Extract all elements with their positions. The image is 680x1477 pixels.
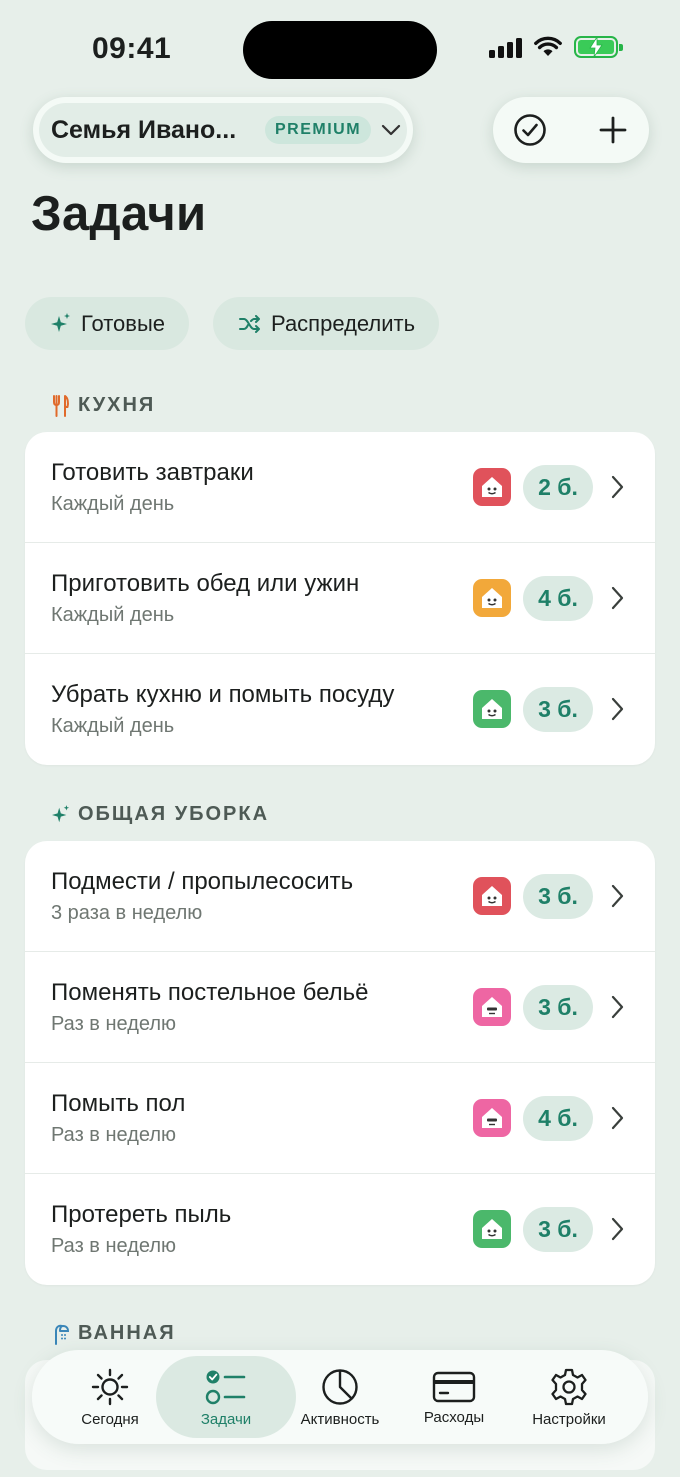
task-title: Поменять постельное бельё <box>51 979 369 1006</box>
chevron-right-icon <box>611 1106 624 1130</box>
task-row[interactable]: Приготовить обед или ужин Каждый день 4 … <box>25 543 655 654</box>
fork-knife-icon <box>53 394 69 417</box>
sun-icon <box>91 1368 129 1405</box>
section-header-bathroom: ВАННАЯ <box>52 1322 176 1345</box>
assignee-avatar <box>473 877 511 915</box>
task-title: Помыть пол <box>51 1090 186 1117</box>
tab-activity[interactable]: Активность <box>290 1350 390 1444</box>
chevron-right-icon <box>611 995 624 1019</box>
chevron-right-icon <box>611 475 624 499</box>
shower-icon <box>55 1324 70 1345</box>
task-title: Протереть пыль <box>51 1201 232 1228</box>
house-avatar-icon <box>482 1108 502 1128</box>
assignee-avatar <box>473 1099 511 1137</box>
task-row[interactable]: Подмести / пропылесосить 3 раза в неделю… <box>25 841 655 952</box>
tab-label: Расходы <box>423 1408 485 1426</box>
tasks-list-icon <box>205 1370 246 1404</box>
task-frequency: Раз в неделю <box>51 1013 177 1035</box>
tab-settings[interactable]: Настройки <box>522 1350 616 1444</box>
section-title: КУХНЯ <box>78 394 156 416</box>
points-badge: 3 б. <box>523 687 593 732</box>
points-badge: 4 б. <box>523 576 593 621</box>
task-list-cleaning: Подмести / пропылесосить 3 раза в неделю… <box>25 841 655 1285</box>
house-avatar-icon <box>482 699 502 719</box>
chevron-right-icon <box>611 884 624 908</box>
complete-button[interactable] <box>510 110 550 150</box>
section-header-kitchen: КУХНЯ <box>52 394 155 417</box>
ready-tasks-label: Готовые <box>81 310 165 336</box>
house-avatar-icon <box>482 1219 502 1239</box>
sparkles-icon <box>52 804 70 822</box>
task-row[interactable]: Протереть пыль Раз в неделю 3 б. <box>25 1174 655 1285</box>
tab-expenses[interactable]: Расходы <box>414 1350 494 1444</box>
family-name: Семья Ивано... <box>51 115 237 144</box>
task-title: Приготовить обед или ужин <box>51 570 360 597</box>
premium-badge: PREMIUM <box>265 116 372 144</box>
gear-icon <box>551 1368 587 1405</box>
house-avatar-icon <box>482 588 502 608</box>
task-frequency: Раз в неделю <box>51 1235 177 1257</box>
tab-label: Настройки <box>532 1410 606 1428</box>
house-avatar-icon <box>482 886 502 906</box>
cellular-signal-icon <box>489 36 522 58</box>
task-frequency: Каждый день <box>51 715 175 737</box>
dynamic-island <box>243 21 437 79</box>
assignee-avatar <box>473 579 511 617</box>
header-actions <box>493 97 649 163</box>
points-badge: 2 б. <box>523 465 593 510</box>
tab-label: Задачи <box>200 1410 252 1428</box>
status-time: 09:41 <box>92 32 172 65</box>
house-avatar-icon <box>482 477 502 497</box>
task-frequency: 3 раза в неделю <box>51 902 203 924</box>
task-frequency: Каждый день <box>51 604 175 626</box>
distribute-button[interactable]: Распределить <box>213 297 440 350</box>
section-title: ВАННАЯ <box>78 1322 176 1344</box>
assignee-avatar <box>473 1210 511 1248</box>
points-badge: 3 б. <box>523 874 593 919</box>
task-row[interactable]: Готовить завтраки Каждый день 2 б. <box>25 432 655 543</box>
points-badge: 3 б. <box>523 985 593 1030</box>
tab-bar: Сегодня Задачи Активность Расходы Настро… <box>32 1350 648 1444</box>
section-header-cleaning: ОБЩАЯ УБОРКА <box>52 803 269 826</box>
shuffle-icon <box>239 314 260 333</box>
tab-tasks[interactable]: Задачи <box>186 1350 266 1444</box>
assignee-avatar <box>473 690 511 728</box>
section-title: ОБЩАЯ УБОРКА <box>78 803 270 825</box>
house-avatar-icon <box>482 997 502 1017</box>
checkmark-circle-icon <box>514 114 546 146</box>
task-row[interactable]: Убрать кухню и помыть посуду Каждый день… <box>25 654 655 765</box>
sparkles-icon <box>51 312 70 332</box>
assignee-avatar <box>473 988 511 1026</box>
tab-today[interactable]: Сегодня <box>72 1350 148 1444</box>
task-title: Подмести / пропылесосить <box>51 868 354 895</box>
page-title: Задачи <box>31 187 207 241</box>
tab-label: Активность <box>300 1410 380 1428</box>
task-title: Убрать кухню и помыть посуду <box>51 681 395 708</box>
task-title: Готовить завтраки <box>51 459 254 486</box>
chevron-down-icon <box>381 124 401 136</box>
ready-tasks-button[interactable]: Готовые <box>25 297 189 350</box>
task-row[interactable]: Помыть пол Раз в неделю 4 б. <box>25 1063 655 1174</box>
credit-card-icon <box>432 1371 476 1402</box>
chevron-right-icon <box>611 1217 624 1241</box>
chevron-right-icon <box>611 697 624 721</box>
wifi-icon <box>534 36 562 56</box>
task-frequency: Каждый день <box>51 493 175 515</box>
task-frequency: Раз в неделю <box>51 1124 177 1146</box>
plus-icon <box>599 116 627 144</box>
family-selector[interactable]: Семья Ивано... PREMIUM <box>33 97 413 163</box>
chevron-right-icon <box>611 586 624 610</box>
points-badge: 4 б. <box>523 1096 593 1141</box>
add-task-button[interactable] <box>593 110 633 150</box>
tab-label: Сегодня <box>81 1410 139 1428</box>
task-row[interactable]: Поменять постельное бельё Раз в неделю 3… <box>25 952 655 1063</box>
task-list-kitchen: Готовить завтраки Каждый день 2 б. Приго… <box>25 432 655 765</box>
status-icons <box>489 36 623 58</box>
points-badge: 3 б. <box>523 1207 593 1252</box>
distribute-label: Распределить <box>271 310 416 336</box>
battery-icon <box>574 36 623 58</box>
pie-chart-icon <box>322 1368 358 1405</box>
assignee-avatar <box>473 468 511 506</box>
